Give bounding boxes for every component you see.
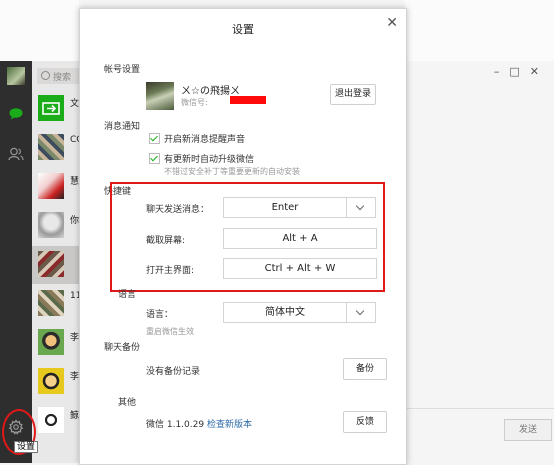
chat-list: 搜索 文 CC 慧 你 11 李 李 鲸 [32,61,79,463]
chat-list-item[interactable]: 鲸 [32,402,79,440]
feedback-button[interactable]: 反馈 [343,411,387,433]
chat-name: 文 [70,99,79,109]
group-avatar [38,251,64,277]
highlight-annotation [110,182,385,292]
version-label: 微信 1.1.0.29 [146,420,205,430]
language-label: 语言： [146,310,174,320]
file-transfer-icon [42,102,60,115]
chat-list-item[interactable]: 11 [32,285,79,323]
chat-list-item[interactable]: 李 [32,363,79,401]
chat-name: 慧 [70,177,79,187]
chat-avatar [38,368,64,394]
my-avatar[interactable] [7,67,25,85]
section-label-notifications: 消息通知 [104,122,141,132]
language-hint: 重启微信生效 [146,327,194,336]
background-top-right [405,0,554,61]
chat-list-item[interactable]: 文 [32,90,79,128]
chat-avatar [38,95,64,121]
check-update-link[interactable]: 检查新版本 [207,417,252,430]
search-icon [41,71,50,80]
dialog-title: 设置 [232,23,254,36]
contacts-icon[interactable] [8,147,24,161]
sound-checkbox[interactable] [149,133,160,144]
sound-label: 开启新消息提醒声音 [164,135,246,145]
chat-name: 李 [70,372,79,382]
account-name: ㄨ☆の飛揚ㄨ [181,86,240,97]
chat-icon[interactable] [9,108,23,120]
close-icon[interactable]: ✕ [386,15,398,31]
chat-avatar [38,329,64,355]
chat-window: r –□✕ 发送 [401,61,554,463]
chat-name: 鲸 [70,411,79,421]
auto-upgrade-checkbox[interactable] [149,153,160,164]
chevron-down-icon[interactable] [347,302,376,323]
group-avatar [38,134,64,160]
chat-name: 你 [70,216,79,226]
redacted-wechat-id [230,96,266,104]
input-divider [406,408,554,409]
chat-name: 李 [70,333,79,343]
section-label-language: 语言 [118,290,137,300]
sidebar [0,61,32,463]
search-placeholder: 搜索 [53,73,72,83]
chat-list-item[interactable]: CC [32,129,79,167]
settings-dialog: 设置 ✕ 帐号设置 ㄨ☆の飛揚ㄨ 微信号: 退出登录 消息通知 开启新消息提醒声… [79,8,407,465]
backup-button[interactable]: 备份 [343,358,387,380]
wechat-id-label: 微信号: [181,98,208,107]
chat-avatar [38,212,64,238]
send-button[interactable]: 发送 [504,419,552,441]
gear-tooltip: 设置 [14,441,39,453]
window-controls: –□✕ [494,65,549,78]
chat-avatar [38,173,64,199]
language-select[interactable]: 简体中文 [223,302,347,323]
maximize-icon[interactable]: □ [509,65,529,78]
account-avatar [146,82,174,110]
section-label-other: 其他 [118,398,137,408]
section-label-account: 帐号设置 [104,65,141,75]
auto-upgrade-label: 有更新时自动升级微信 [164,155,255,165]
background-top-left [0,0,79,61]
chat-list-item[interactable]: 李 [32,324,79,362]
logout-button[interactable]: 退出登录 [330,84,376,105]
group-avatar [38,290,64,316]
section-label-backup: 聊天备份 [104,343,141,353]
chat-avatar [38,407,64,433]
backup-status: 没有备份记录 [146,367,201,377]
minimize-icon[interactable]: – [494,65,510,78]
auto-upgrade-hint: 不错过安全补丁等重要更新的自动安装 [164,167,300,176]
chat-list-item[interactable]: 慧 [32,168,79,206]
window-close-icon[interactable]: ✕ [530,65,549,78]
chat-name: 11 [70,291,79,301]
chat-list-item-selected[interactable] [32,246,79,284]
chat-name: CC [70,135,79,145]
chat-list-item[interactable]: 你 [32,207,79,245]
search-input[interactable]: 搜索 [37,68,79,84]
